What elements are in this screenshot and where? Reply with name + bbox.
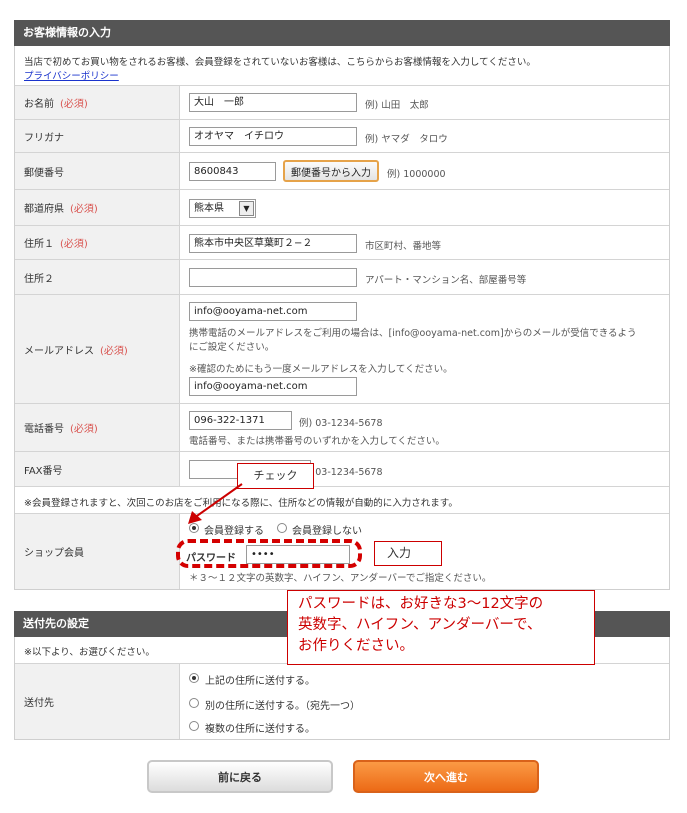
email-confirm-input[interactable]: info@ooyama-net.com <box>189 377 357 396</box>
label-prefecture: 都道府県 (必須) <box>15 190 180 225</box>
tel-input[interactable]: 096-322-1371 <box>189 411 292 430</box>
label-tel: 電話番号 (必須) <box>15 404 180 451</box>
delivery-option-same: 上記の住所に送付する。 <box>205 676 315 687</box>
row-zip: 郵便番号 8600843 郵便番号から入力 例) 1000000 <box>15 152 669 189</box>
password-info-line-1: パスワードは、お好きな3〜12文字の <box>298 596 544 612</box>
label-email: メールアドレス (必須) <box>15 295 180 403</box>
delivery-option-other-radio[interactable] <box>189 698 199 708</box>
annotation-arrow-icon <box>188 483 243 524</box>
back-button[interactable]: 前に戻る <box>147 760 333 793</box>
delivery-option-multiple: 複数の住所に送付する。 <box>205 724 315 735</box>
name-hint: 例) 山田 太郎 <box>365 100 429 111</box>
address1-hint: 市区町村、番地等 <box>365 241 442 252</box>
zip-lookup-button[interactable]: 郵便番号から入力 <box>283 160 379 182</box>
row-name: お名前 (必須) 大山 一郎 例) 山田 太郎 <box>15 85 669 119</box>
annotation-input: 入力 <box>374 541 442 566</box>
row-tel: 電話番号 (必須) 096-322-1371 例) 03-1234-5678 電話… <box>15 403 669 451</box>
label-fax: FAX番号 <box>15 452 180 486</box>
label-address2: 住所２ <box>15 260 180 294</box>
chevron-down-icon: ▼ <box>239 201 254 216</box>
prefecture-select[interactable]: 熊本県 ▼ <box>189 199 256 218</box>
label-address1: 住所１ (必須) <box>15 226 180 259</box>
email-note-2: にご設定ください。 <box>189 342 275 353</box>
annotation-password-info: パスワードは、お好きな3〜12文字の 英数字、ハイフン、アンダーバーで、 お作り… <box>287 590 595 665</box>
email-input[interactable]: info@ooyama-net.com <box>189 302 357 321</box>
row-kana: フリガナ オオヤマ イチロウ 例) ヤマダ タロウ <box>15 119 669 152</box>
password-info-line-3: お作りください。 <box>298 638 414 654</box>
privacy-policy-link[interactable]: プライバシーポリシー <box>24 68 119 82</box>
email-note-1: 携帯電話のメールアドレスをご利用の場合は、[info@ooyama-net.co… <box>189 328 637 339</box>
row-delivery: 送付先 上記の住所に送付する。 別の住所に送付する。（宛先一つ） 複数の住所に送… <box>15 663 669 739</box>
customer-info-table: 当店で初めてお買い物をされるお客様、会員登録をされていないお客様は、こちらからお… <box>14 46 670 590</box>
row-email: メールアドレス (必須) info@ooyama-net.com 携帯電話のメール… <box>15 294 669 403</box>
zip-input[interactable]: 8600843 <box>189 162 276 181</box>
label-kana: フリガナ <box>15 120 180 152</box>
row-fax: FAX番号 例) 03-1234-5678 <box>15 451 669 486</box>
label-zip: 郵便番号 <box>15 153 180 189</box>
kana-hint: 例) ヤマダ タロウ <box>365 134 448 145</box>
row-address1: 住所１ (必須) 熊本市中央区草葉町２−２ 市区町村、番地等 <box>15 225 669 259</box>
label-name: お名前 (必須) <box>15 86 180 119</box>
address1-input[interactable]: 熊本市中央区草葉町２−２ <box>189 234 357 253</box>
name-input[interactable]: 大山 一郎 <box>189 93 357 112</box>
label-delivery: 送付先 <box>15 664 180 739</box>
customer-info-heading: お客様情報の入力 <box>14 20 670 46</box>
next-button[interactable]: 次へ進む <box>353 760 539 793</box>
row-prefecture: 都道府県 (必須) 熊本県 ▼ <box>15 189 669 225</box>
tel-hint: 例) 03-1234-5678 <box>299 418 383 429</box>
delivery-option-other: 別の住所に送付する。（宛先一つ） <box>205 701 360 712</box>
email-confirm-note: ※確認のためにもう一度メールアドレスを入力してください。 <box>189 364 453 375</box>
zip-hint: 例) 1000000 <box>387 169 446 180</box>
row-address2: 住所２ アパート・マンション名、部屋番号等 <box>15 259 669 294</box>
address2-hint: アパート・マンション名、部屋番号等 <box>365 275 527 286</box>
password-note: ＊３〜１２文字の英数字、ハイフン、アンダーバーでご指定ください。 <box>189 573 492 584</box>
label-shop-member: ショップ会員 <box>15 514 180 589</box>
kana-input[interactable]: オオヤマ イチロウ <box>189 127 357 146</box>
member-no-register-label: 会員登録しない <box>292 526 362 537</box>
delivery-note: ※以下より、お選びください。 <box>24 647 155 658</box>
delivery-option-same-radio[interactable] <box>189 673 199 683</box>
member-no-register-radio[interactable] <box>277 523 287 533</box>
annotation-password-highlight <box>176 539 362 568</box>
delivery-option-multiple-radio[interactable] <box>189 721 199 731</box>
password-info-line-2: 英数字、ハイフン、アンダーバーで、 <box>298 617 542 633</box>
address2-input[interactable] <box>189 268 357 287</box>
tel-note: 電話番号、または携帯番号のいずれかを入力してください。 <box>189 436 445 447</box>
intro-text: 当店で初めてお買い物をされるお客様、会員登録をされていないお客様は、こちらからお… <box>24 57 536 68</box>
row-member-notice: ※会員登録されますと、次回このお店をご利用になる際に、住所などの情報が自動的に入… <box>15 486 669 513</box>
